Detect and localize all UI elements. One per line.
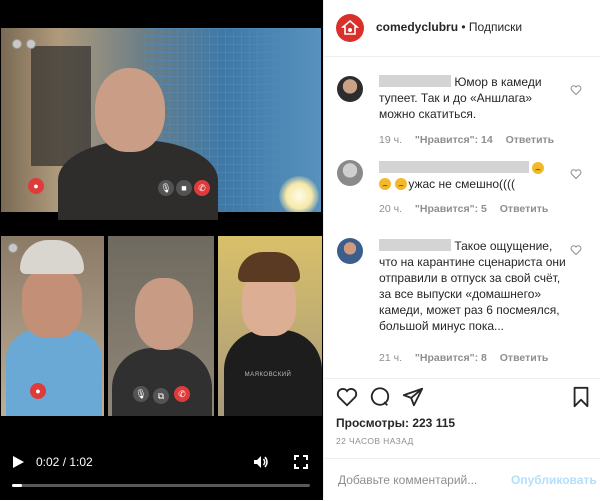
- sad-emoji-icon: [379, 178, 391, 190]
- comment-age: 19 ч.: [379, 134, 402, 146]
- background-door: [31, 46, 91, 166]
- lamp-glow: [279, 176, 319, 212]
- window-minimize-dot: [26, 39, 36, 49]
- reply-button[interactable]: Ответить: [500, 352, 549, 364]
- record-icon: ●: [28, 178, 44, 194]
- avatar[interactable]: [337, 76, 363, 102]
- view-count: Просмотры: 223 115: [336, 416, 456, 430]
- sad-emoji-icon: [532, 162, 545, 174]
- share-icon[interactable]: [402, 386, 424, 408]
- record-icon: ●: [30, 383, 46, 399]
- post-timestamp: 22 ЧАСОВ НАЗАД: [336, 436, 414, 446]
- comment-text: Юмор в камеди тупеет. Так и до «Аншлага»…: [379, 75, 542, 121]
- username-link[interactable]: comedyclubru: [376, 20, 458, 34]
- comment-likes[interactable]: "Нравится": 5: [415, 203, 487, 215]
- video-progress-fill: [12, 484, 22, 487]
- post-sidebar: comedyclubru • Подписки Юмор в камеди ту…: [323, 0, 600, 500]
- redacted-username: [379, 75, 451, 87]
- person-body: [6, 330, 102, 416]
- window-close-dot: [12, 39, 22, 49]
- person-head: [95, 68, 165, 152]
- reply-button[interactable]: Ответить: [506, 134, 555, 146]
- separator-dot: •: [461, 20, 466, 34]
- hangup-icon: ✆: [174, 386, 190, 402]
- heart-icon[interactable]: [336, 386, 358, 408]
- mic-icon: 🎙: [158, 180, 174, 196]
- add-comment-bar: Опубликовать: [324, 458, 600, 501]
- comment-meta: 20 ч. "Нравится": 5 Ответить: [379, 203, 558, 215]
- person-head: [22, 268, 82, 338]
- person-head: [135, 278, 193, 350]
- redacted-username: [379, 161, 529, 173]
- video-progress-bar[interactable]: [12, 484, 310, 487]
- comment-meta: 21 ч. "Нравится": 8 Ответить: [379, 352, 558, 364]
- sad-emoji-icon: [395, 178, 408, 190]
- screen-share-icon: ⧉: [153, 388, 169, 404]
- window-close-dot: [8, 243, 18, 253]
- post-author: comedyclubru • Подписки: [376, 20, 522, 34]
- comment-text: ужас не смешно((((: [379, 160, 569, 192]
- logo-icon[interactable]: [336, 14, 364, 42]
- play-icon[interactable]: [10, 454, 26, 470]
- comment-meta: 19 ч. "Нравится": 14 Ответить: [379, 134, 564, 146]
- comment-age: 21 ч.: [379, 352, 402, 364]
- comment-likes[interactable]: "Нравится": 14: [415, 134, 493, 146]
- video-controls: 0:02 / 1:02: [0, 444, 323, 480]
- mic-icon: 🎙: [133, 386, 149, 402]
- actions-divider: [324, 378, 600, 380]
- avatar[interactable]: [337, 238, 363, 264]
- fullscreen-icon[interactable]: [293, 454, 309, 470]
- like-heart-icon[interactable]: [570, 168, 582, 180]
- video-time: 0:02 / 1:02: [36, 455, 93, 469]
- comment-likes[interactable]: "Нравится": 8: [415, 352, 487, 364]
- like-heart-icon[interactable]: [570, 244, 582, 256]
- like-heart-icon[interactable]: [570, 84, 582, 96]
- comment-icon[interactable]: [369, 386, 391, 408]
- reply-button[interactable]: Ответить: [500, 203, 549, 215]
- camera-icon: ■: [176, 180, 192, 196]
- avatar[interactable]: [337, 160, 363, 186]
- bookmark-icon[interactable]: [570, 386, 592, 408]
- follow-button[interactable]: Подписки: [469, 20, 522, 34]
- redacted-username: [379, 239, 451, 251]
- person-body: [112, 348, 212, 416]
- post-header: comedyclubru • Подписки: [324, 0, 600, 57]
- comment-text: Такое ощущение, что на карантине сценари…: [379, 239, 566, 333]
- comment-age: 20 ч.: [379, 203, 402, 215]
- person-body: [58, 140, 218, 220]
- shirt-text: МАЯКОВСКИЙ: [244, 372, 292, 378]
- hangup-icon: ✆: [194, 180, 210, 196]
- video-player[interactable]: ● 🎙 ■ ✆ ● 🎙 ⧉ ✆ МАЯКОВСКИЙ 0:02 / 1:02: [0, 0, 323, 500]
- volume-icon[interactable]: [253, 454, 269, 470]
- publish-button[interactable]: Опубликовать: [511, 473, 597, 487]
- comment-input[interactable]: [336, 472, 510, 488]
